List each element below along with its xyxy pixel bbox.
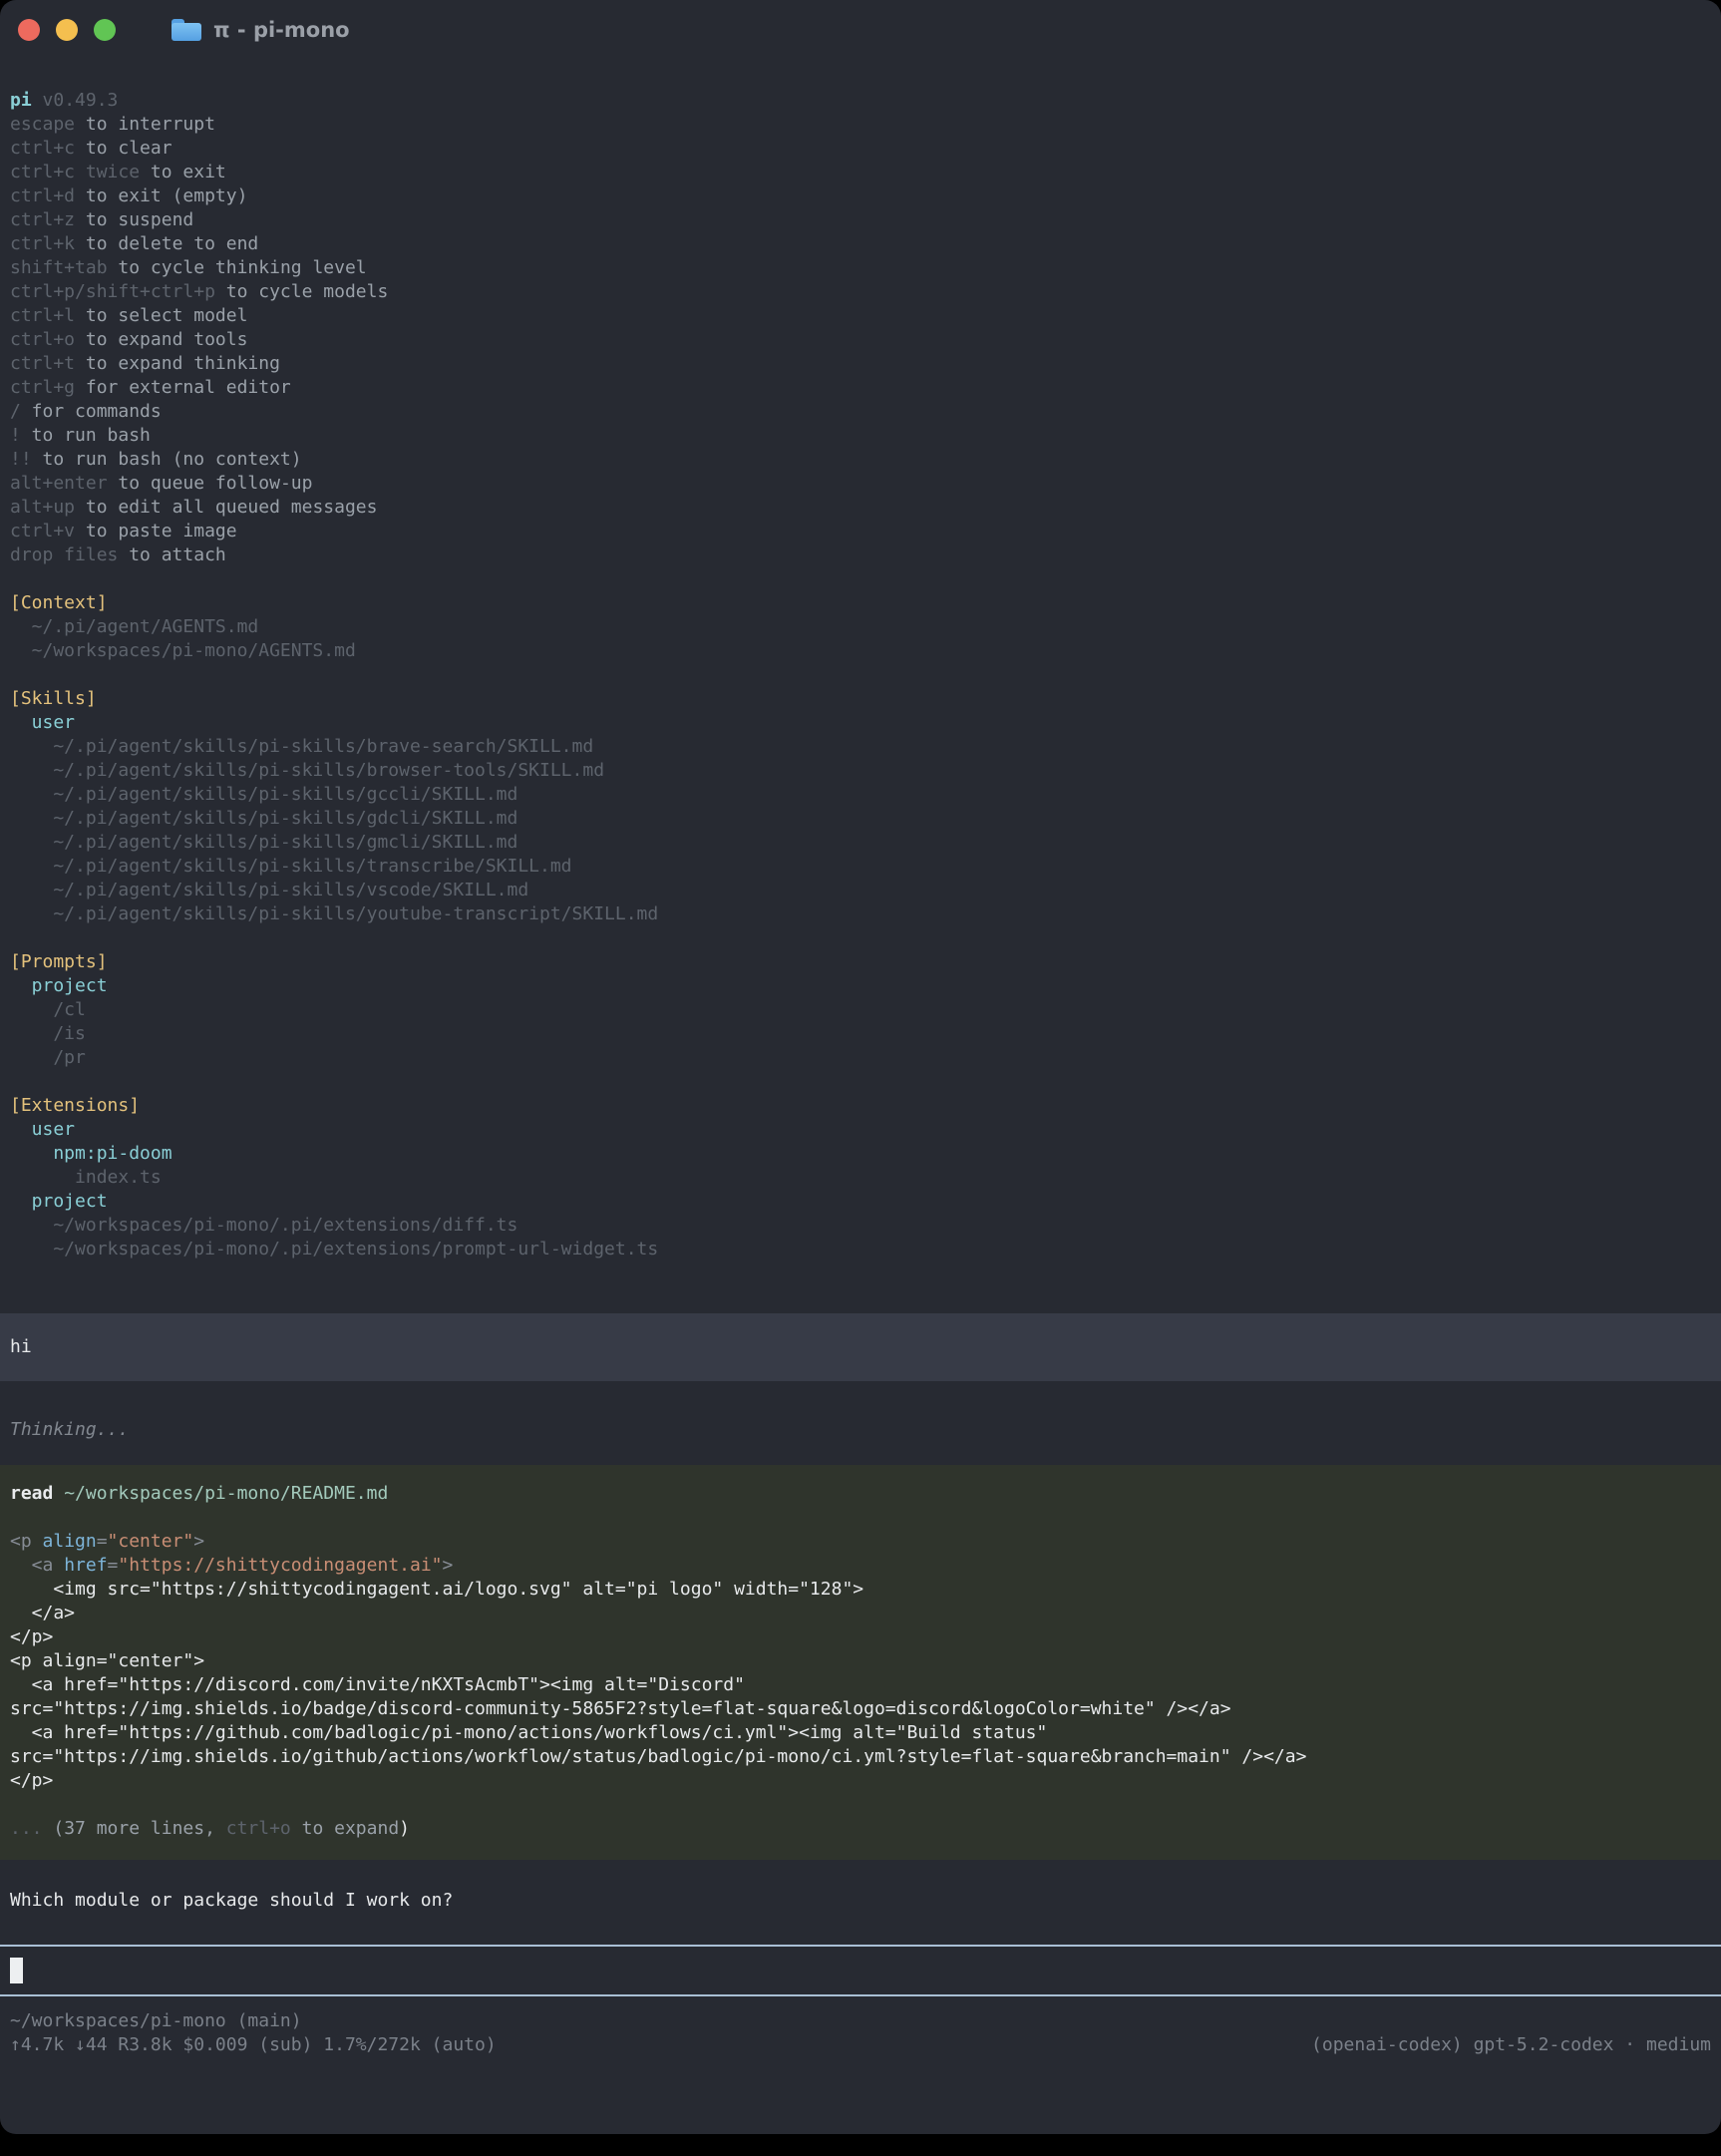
code-line: read ~/workspaces/pi-mono/README.md (0, 1482, 1721, 1506)
section-extensions: [Extensions] user npm:pi-doom index.ts p… (0, 1094, 1721, 1261)
code-line: </p> (0, 1625, 1721, 1649)
user-message-panel: hi (0, 1313, 1721, 1381)
input-cursor (10, 1958, 23, 1983)
section-line: ~/.pi/agent/skills/pi-skills/brave-searc… (0, 735, 1721, 759)
section-line: ~/.pi/agent/skills/pi-skills/transcribe/… (0, 855, 1721, 879)
window-title: π - pi-mono (213, 18, 350, 42)
section-skills: [Skills] user ~/.pi/agent/skills/pi-skil… (0, 687, 1721, 926)
code-line: <p align="center"> (0, 1530, 1721, 1554)
shortcut-row: ! to run bash (0, 424, 1721, 448)
app-name: pi (10, 90, 32, 111)
section-line: ~/.pi/agent/AGENTS.md (0, 615, 1721, 639)
model-info: (openai-codex) gpt-5.2-codex · medium (1301, 2033, 1711, 2057)
code-line (0, 1506, 1721, 1530)
shortcut-row: shift+tab to cycle thinking level (0, 256, 1721, 280)
shortcut-list: escape to interruptctrl+c to clearctrl+c… (0, 113, 1721, 567)
shortcut-row: ctrl+t to expand thinking (0, 352, 1721, 376)
shortcut-row: alt+up to edit all queued messages (0, 496, 1721, 520)
shortcut-row: ctrl+z to suspend (0, 208, 1721, 232)
section-line: ~/.pi/agent/skills/pi-skills/youtube-tra… (0, 902, 1721, 926)
section-title: [Context] (0, 591, 1721, 615)
shortcut-row: drop files to attach (0, 543, 1721, 567)
section-line: ~/.pi/agent/skills/pi-skills/gccli/SKILL… (0, 783, 1721, 807)
section-line: ~/.pi/agent/skills/pi-skills/browser-too… (0, 759, 1721, 783)
section-title: [Prompts] (0, 950, 1721, 974)
shortcut-row: escape to interrupt (0, 113, 1721, 137)
cwd-line: ~/workspaces/pi-mono (main) (0, 2009, 1721, 2033)
footer: ~/workspaces/pi-mono (main) ↑4.7k ↓44 R3… (0, 2009, 1721, 2057)
app-version-line: pi v0.49.3 (0, 89, 1721, 113)
shortcut-row: ctrl+l to select model (0, 304, 1721, 328)
user-message: hi (0, 1335, 1721, 1359)
section-line: ~/.pi/agent/skills/pi-skills/gmcli/SKILL… (0, 831, 1721, 855)
code-line: <a href="https://discord.com/invite/nKXT… (0, 1673, 1721, 1697)
section-line: ~/workspaces/pi-mono/.pi/extensions/diff… (0, 1214, 1721, 1238)
code-line: <img src="https://shittycodingagent.ai/l… (0, 1578, 1721, 1602)
section-line: ~/workspaces/pi-mono/.pi/extensions/prom… (0, 1238, 1721, 1261)
code-line: ... (37 more lines, ctrl+o to expand) (0, 1817, 1721, 1841)
shortcut-row: ctrl+o to expand tools (0, 328, 1721, 352)
section-line: project (0, 1190, 1721, 1214)
code-line: <a href="https://github.com/badlogic/pi-… (0, 1721, 1721, 1745)
shortcut-row: ctrl+k to delete to end (0, 232, 1721, 256)
section-line: project (0, 974, 1721, 998)
stats-line: ↑4.7k ↓44 R3.8k $0.009 (sub) 1.7%/272k (… (0, 2033, 497, 2057)
section-line: index.ts (0, 1166, 1721, 1190)
section-line: /is (0, 1022, 1721, 1046)
section-line: ~/.pi/agent/skills/pi-skills/vscode/SKIL… (0, 879, 1721, 902)
shortcut-row: ctrl+p/shift+ctrl+p to cycle models (0, 280, 1721, 304)
shortcut-row: ctrl+v to paste image (0, 520, 1721, 543)
shortcut-row: ctrl+d to exit (empty) (0, 184, 1721, 208)
terminal-window: π - pi-mono pi v0.49.3 escape to interru… (0, 0, 1721, 2134)
section-title: [Skills] (0, 687, 1721, 711)
code-line: </a> (0, 1602, 1721, 1625)
code-line (0, 1793, 1721, 1817)
section-line: /cl (0, 998, 1721, 1022)
titlebar: π - pi-mono (0, 0, 1721, 60)
shortcut-row: alt+enter to queue follow-up (0, 472, 1721, 496)
section-line: /pr (0, 1046, 1721, 1070)
section-title: [Extensions] (0, 1094, 1721, 1118)
section-line: user (0, 711, 1721, 735)
terminal-content: pi v0.49.3 escape to interruptctrl+c to … (0, 60, 1721, 2057)
section-line: ~/workspaces/pi-mono/AGENTS.md (0, 639, 1721, 663)
shortcut-row: / for commands (0, 400, 1721, 424)
code-line: <p align="center"> (0, 1649, 1721, 1673)
close-button[interactable] (18, 19, 40, 41)
shortcut-row: ctrl+g for external editor (0, 376, 1721, 400)
thinking-indicator: Thinking... (0, 1418, 1721, 1442)
code-line: <a href="https://shittycodingagent.ai"> (0, 1554, 1721, 1578)
section-prompts: [Prompts] project /cl /is /pr (0, 950, 1721, 1070)
section-line: npm:pi-doom (0, 1142, 1721, 1166)
code-line: </p> (0, 1769, 1721, 1793)
section-line: ~/.pi/agent/skills/pi-skills/gdcli/SKILL… (0, 807, 1721, 831)
code-line: src="https://img.shields.io/badge/discor… (0, 1697, 1721, 1721)
section-context: [Context] ~/.pi/agent/AGENTS.md ~/worksp… (0, 591, 1721, 663)
prompt-input[interactable] (0, 1945, 1721, 1996)
sections: [Context] ~/.pi/agent/AGENTS.md ~/worksp… (0, 591, 1721, 1261)
minimize-button[interactable] (56, 19, 78, 41)
shortcut-row: ctrl+c twice to exit (0, 161, 1721, 184)
section-line: user (0, 1118, 1721, 1142)
app-version: v0.49.3 (43, 90, 119, 111)
shortcut-row: !! to run bash (no context) (0, 448, 1721, 472)
shortcut-row: ctrl+c to clear (0, 137, 1721, 161)
folder-icon (172, 19, 201, 41)
tool-call-block: read ~/workspaces/pi-mono/README.md <p a… (0, 1465, 1721, 1860)
assistant-message: Which module or package should I work on… (0, 1889, 1721, 1913)
zoom-button[interactable] (94, 19, 116, 41)
tool-call-lines: read ~/workspaces/pi-mono/README.md <p a… (0, 1482, 1721, 1841)
code-line: src="https://img.shields.io/github/actio… (0, 1745, 1721, 1769)
